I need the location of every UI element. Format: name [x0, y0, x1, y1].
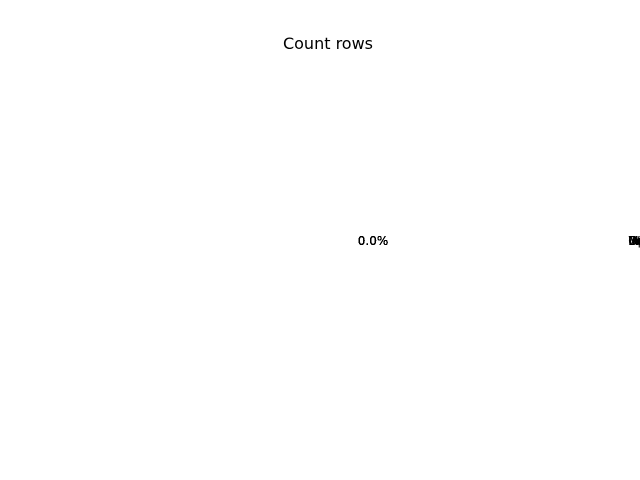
pie-chart: Count rows 0.0%0.0%0.0%0.0%0.0%0.0%0.0%0…: [283, 34, 640, 248]
chart-title: Count rows: [283, 34, 373, 53]
percent-labels: 0.0%0.0%0.0%0.0%0.0%0.0%0.0%0.0%: [358, 234, 389, 248]
slice-label-mobile: Mobile: [628, 234, 640, 248]
percent-label: 0.0%: [358, 234, 389, 248]
slice-labels: DocsOpsMessagingCoreBotsInfraWebMobile: [628, 234, 640, 248]
